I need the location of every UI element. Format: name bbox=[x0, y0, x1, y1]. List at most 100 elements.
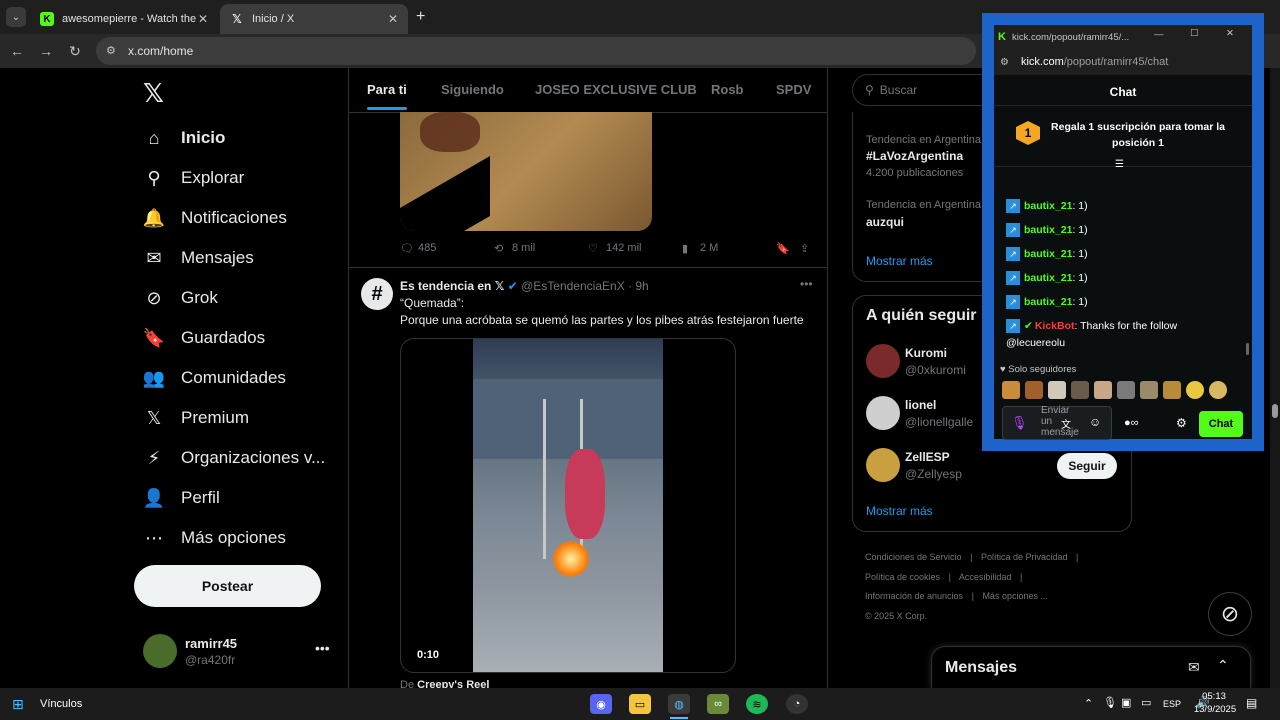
x-logo-icon[interactable]: 𝕏 bbox=[143, 78, 164, 109]
chat-username[interactable]: KickBot bbox=[1035, 320, 1075, 332]
more-icon[interactable]: ••• bbox=[315, 640, 330, 656]
clock-time[interactable]: 05:13 bbox=[1199, 691, 1229, 702]
post-author-name[interactable]: Es tendencia en 𝕏 bbox=[400, 279, 504, 293]
avatar[interactable] bbox=[866, 396, 900, 430]
send-chat-button[interactable]: Chat bbox=[1199, 411, 1243, 437]
sidebar-item-organizaciones-v[interactable]: ⚡ Organizaciones v... bbox=[143, 442, 326, 474]
chat-username[interactable]: bautix_21 bbox=[1024, 248, 1072, 260]
chat-scrollbar[interactable] bbox=[1246, 343, 1249, 355]
emote-icon[interactable] bbox=[1117, 381, 1135, 399]
translate-icon[interactable]: 文 bbox=[1061, 416, 1071, 431]
new-tab-button[interactable]: + bbox=[416, 8, 425, 26]
file-explorer-icon[interactable]: ▭ bbox=[629, 694, 651, 714]
kick-urlbar[interactable]: ⚙ kick.com /popout/ramirr45/chat bbox=[994, 49, 1252, 75]
emote-icon[interactable] bbox=[1140, 381, 1158, 399]
reply-icon[interactable]: 🗨 bbox=[400, 242, 414, 255]
language-indicator[interactable]: ESP bbox=[1163, 699, 1181, 709]
network-icon[interactable]: ▭ bbox=[1141, 696, 1151, 709]
trend-name[interactable]: #LaVozArgentina bbox=[866, 149, 963, 163]
show-more-link[interactable]: Mostrar más bbox=[866, 254, 933, 268]
browser-tab-kick[interactable]: K awesomepierre - Watch the VO ✕ bbox=[30, 4, 218, 34]
notifications-icon[interactable]: ▤ bbox=[1246, 696, 1257, 710]
scrollbar[interactable] bbox=[1270, 68, 1280, 688]
footer-link[interactable]: Más opciones ... bbox=[982, 591, 1048, 601]
sidebar-item-grok[interactable]: ⊘ Grok bbox=[143, 282, 217, 314]
chat-username[interactable]: bautix_21 bbox=[1024, 200, 1072, 212]
expand-icon[interactable]: ⌃ bbox=[1217, 657, 1229, 674]
follow-name[interactable]: ZellESP bbox=[905, 450, 950, 464]
scrollbar-thumb[interactable] bbox=[1272, 404, 1278, 418]
reload-icon[interactable]: ↻ bbox=[66, 42, 84, 60]
minimize-icon[interactable]: — bbox=[1154, 29, 1164, 40]
post-button[interactable]: Postear bbox=[134, 565, 321, 607]
windows-start-icon[interactable]: ⊞ bbox=[12, 696, 24, 713]
tab-para-ti[interactable]: Para ti bbox=[367, 82, 407, 97]
sidebar-item-notificaciones[interactable]: 🔔 Notificaciones bbox=[143, 202, 287, 234]
share-icon[interactable]: ⇪ bbox=[800, 242, 809, 255]
messages-drawer[interactable]: Mensajes ✉ ⌃ bbox=[931, 646, 1251, 688]
follow-name[interactable]: lionel bbox=[905, 398, 936, 412]
clock-date[interactable]: 13/9/2025 bbox=[1187, 704, 1243, 715]
chat-input[interactable]: 🎙 Enviar un mensaje 文 ☺ bbox=[1002, 405, 1112, 440]
sidebar-item-más-opciones[interactable]: ⋯ Más opciones bbox=[143, 522, 286, 554]
avatar[interactable] bbox=[866, 448, 900, 482]
show-more-link[interactable]: Mostrar más bbox=[866, 504, 933, 518]
avatar[interactable] bbox=[866, 344, 900, 378]
chat-username[interactable]: bautix_21 bbox=[1024, 224, 1072, 236]
footer-link[interactable]: Política de Privacidad bbox=[981, 552, 1068, 562]
sidebar-item-guardados[interactable]: 🔖 Guardados bbox=[143, 322, 265, 354]
game-app-icon[interactable]: ∞ bbox=[707, 694, 729, 714]
maximize-icon[interactable]: ☐ bbox=[1190, 28, 1199, 39]
chat-username[interactable]: bautix_21 bbox=[1024, 272, 1072, 284]
pinned-toggle-icon[interactable]: ☰ bbox=[1115, 159, 1124, 170]
new-message-icon[interactable]: ✉ bbox=[1188, 659, 1200, 676]
discord-icon[interactable]: ◉ bbox=[590, 694, 612, 714]
microphone-icon[interactable]: 🎙 bbox=[1011, 415, 1028, 431]
emote-icon[interactable] bbox=[1186, 381, 1204, 399]
trend-name[interactable]: auzqui bbox=[866, 215, 904, 229]
like-icon[interactable]: ♡ bbox=[588, 242, 598, 255]
tab-rosb[interactable]: Rosb bbox=[711, 82, 744, 97]
tray-app-icon[interactable]: ▣ bbox=[1121, 696, 1131, 709]
taskbar-links-label[interactable]: Vínculos bbox=[40, 698, 82, 710]
emote-icon[interactable] bbox=[1048, 381, 1066, 399]
site-info-icon[interactable]: ⚙ bbox=[106, 44, 120, 58]
post-image[interactable] bbox=[400, 112, 652, 231]
video-source-name[interactable]: Creepy's Reel bbox=[417, 679, 489, 688]
close-icon[interactable]: ✕ bbox=[1226, 28, 1234, 39]
follow-name[interactable]: Kuromi bbox=[905, 346, 947, 360]
repost-icon[interactable]: ⟲ bbox=[494, 242, 503, 255]
close-tab-icon[interactable]: ✕ bbox=[388, 12, 398, 26]
sidebar-item-mensajes[interactable]: ✉ Mensajes bbox=[143, 242, 253, 274]
footer-link[interactable]: Accesibilidad bbox=[959, 572, 1012, 582]
sidebar-item-comunidades[interactable]: 👥 Comunidades bbox=[143, 362, 286, 394]
tab-siguiendo[interactable]: Siguiendo bbox=[441, 82, 504, 97]
settings-icon[interactable]: ⚙ bbox=[1176, 416, 1187, 430]
close-tab-icon[interactable]: ✕ bbox=[198, 12, 208, 26]
emote-icon[interactable] bbox=[1094, 381, 1112, 399]
chat-username[interactable]: bautix_21 bbox=[1024, 296, 1072, 308]
sidebar-item-perfil[interactable]: 👤 Perfil bbox=[143, 482, 220, 514]
gift-text[interactable]: Regala 1 suscripción para tomar la posic… bbox=[1048, 119, 1228, 151]
footer-link[interactable]: Información de anuncios bbox=[865, 591, 963, 601]
emoji-icon[interactable]: ☺ bbox=[1089, 415, 1101, 429]
tab-search-button[interactable]: ⌄ bbox=[6, 7, 26, 27]
post-avatar[interactable]: # bbox=[361, 278, 393, 310]
sidebar-item-premium[interactable]: 𝕏 Premium bbox=[143, 402, 249, 434]
post-more-icon[interactable]: ••• bbox=[800, 277, 813, 291]
tab-joseo[interactable]: JOSEO EXCLUSIVE CLUB bbox=[535, 82, 697, 97]
emote-icon[interactable] bbox=[1163, 381, 1181, 399]
chrome-icon[interactable]: ◍ bbox=[668, 694, 690, 714]
sidebar-item-explorar[interactable]: ⚲ Explorar bbox=[143, 162, 244, 194]
sidebar-item-inicio[interactable]: ⌂ Inicio bbox=[143, 122, 226, 154]
footer-link[interactable]: Política de cookies bbox=[865, 572, 940, 582]
emote-icon[interactable] bbox=[1071, 381, 1089, 399]
views-icon[interactable]: ▮ bbox=[682, 242, 688, 255]
tray-chevron-icon[interactable]: ⌃ bbox=[1084, 697, 1093, 710]
post-author-handle[interactable]: @EsTendenciaEnX bbox=[521, 279, 625, 293]
site-info-icon[interactable]: ⚙ bbox=[1000, 57, 1009, 68]
account-switcher[interactable]: ramirr45 @ra420fr ••• bbox=[143, 634, 333, 670]
grok-floating-button[interactable]: ⊘ bbox=[1208, 592, 1252, 636]
microphone-tray-icon[interactable]: 🎙 bbox=[1103, 696, 1117, 709]
follow-button[interactable]: Seguir bbox=[1057, 453, 1117, 479]
